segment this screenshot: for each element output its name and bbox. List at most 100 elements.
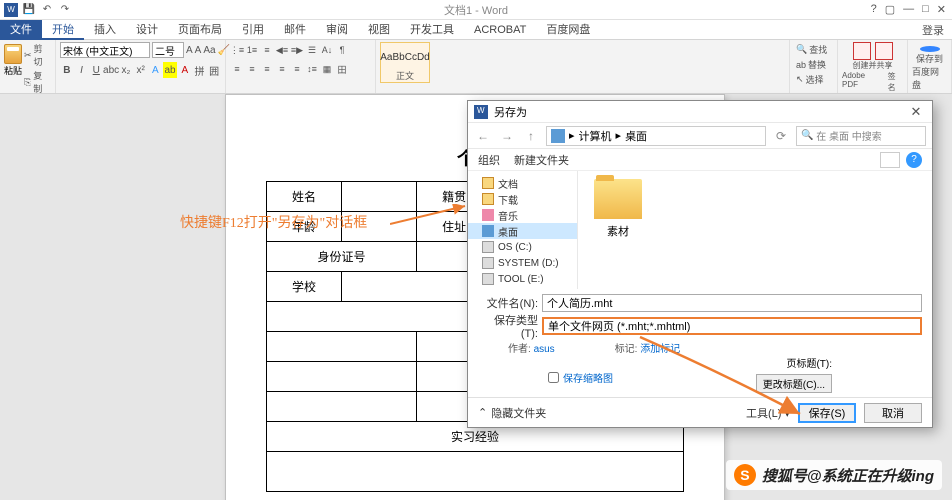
change-title-button[interactable]: 更改标题(C)... — [756, 374, 832, 393]
folder-item[interactable]: 素材 — [586, 179, 650, 239]
tree-drive-e[interactable]: TOOL (E:) — [468, 271, 577, 287]
tree-drive-d[interactable]: SYSTEM (D:) — [468, 255, 577, 271]
select-button[interactable]: ↖选择 — [794, 72, 833, 87]
tree-music[interactable]: 音乐 — [468, 207, 577, 223]
file-list[interactable]: 素材 — [578, 171, 932, 289]
tree-documents[interactable]: 文档 — [468, 175, 577, 191]
create-pdf-icon[interactable] — [853, 42, 871, 60]
ribbon-options-icon[interactable]: ▢ — [885, 3, 895, 16]
copy-button[interactable]: ⎘复制 — [24, 69, 51, 95]
group-styles: AaBbCcDd正文 AaBbCcDd无间隔 AaBl标题 1 AaBbC标题 … — [376, 40, 790, 93]
style-normal[interactable]: AaBbCcDd正文 — [380, 42, 430, 83]
borders-icon[interactable]: 田 — [335, 61, 349, 77]
sort-icon[interactable]: A↓ — [320, 42, 334, 58]
font-name-select[interactable] — [60, 42, 150, 58]
group-baidu: 保存到 百度网盘 — [908, 40, 952, 93]
up-icon[interactable]: ↑ — [522, 127, 540, 145]
tab-mailings[interactable]: 邮件 — [274, 20, 316, 40]
help-icon[interactable]: ? — [871, 3, 877, 16]
help-icon[interactable]: ? — [906, 152, 922, 168]
login-link[interactable]: 登录 — [922, 22, 952, 38]
quick-access-toolbar: W 💾 ↶ ↷ — [0, 3, 72, 17]
text-effect-icon[interactable]: A — [149, 62, 163, 78]
superscript-icon[interactable]: x² — [134, 62, 148, 78]
dialog-titlebar[interactable]: 另存为 ✕ — [468, 101, 932, 123]
tree-drive-c[interactable]: OS (C:) — [468, 239, 577, 255]
line-spacing-icon[interactable]: ↕≡ — [305, 61, 319, 77]
char-border-icon[interactable]: 囲 — [207, 62, 221, 78]
align-center-icon[interactable]: ≡ — [245, 61, 259, 77]
bold-icon[interactable]: B — [60, 62, 74, 78]
cut-button[interactable]: ✂剪切 — [24, 42, 51, 68]
close-icon[interactable]: ✕ — [937, 3, 946, 16]
view-options-icon[interactable] — [880, 152, 900, 168]
dec-indent-icon[interactable]: ◀≡ — [275, 42, 289, 58]
redo-icon[interactable]: ↷ — [58, 3, 72, 17]
filename-input[interactable] — [542, 294, 922, 312]
find-button[interactable]: 🔍查找 — [794, 42, 833, 57]
strike-icon[interactable]: abc — [104, 62, 118, 78]
new-folder-button[interactable]: 新建文件夹 — [514, 152, 569, 168]
organize-button[interactable]: 组织 — [478, 152, 500, 168]
search-input[interactable]: 🔍 在 桌面 中搜索 — [796, 126, 926, 146]
numbering-icon[interactable]: 1≡ — [245, 42, 259, 58]
paste-button[interactable]: 粘贴 — [4, 42, 22, 78]
inc-indent-icon[interactable]: ≡▶ — [290, 42, 304, 58]
tab-view[interactable]: 视图 — [358, 20, 400, 40]
shrink-font-icon[interactable]: A — [195, 42, 202, 58]
hide-folders-button[interactable]: ⌃隐藏文件夹 — [478, 405, 546, 421]
tags-link[interactable]: 添加标记 — [640, 344, 680, 355]
align-right-icon[interactable]: ≡ — [260, 61, 274, 77]
font-size-select[interactable] — [152, 42, 184, 58]
font-color-icon[interactable]: A — [178, 62, 192, 78]
tab-layout[interactable]: 页面布局 — [168, 20, 232, 40]
tab-file[interactable]: 文件 — [0, 20, 42, 40]
style-nospacing[interactable]: AaBbCcDd无间隔 — [380, 83, 430, 93]
tab-acrobat[interactable]: ACROBAT — [464, 20, 536, 40]
ribbon-tabs: 文件 开始 插入 设计 页面布局 引用 邮件 审阅 视图 开发工具 ACROBA… — [0, 20, 952, 40]
minimize-icon[interactable]: — — [903, 3, 914, 16]
change-case-icon[interactable]: Aa — [203, 42, 215, 58]
refresh-icon[interactable]: ⟳ — [772, 127, 790, 145]
phonetic-icon[interactable]: 拼 — [193, 62, 207, 78]
tree-downloads[interactable]: 下载 — [468, 191, 577, 207]
dialog-close-icon[interactable]: ✕ — [906, 104, 926, 120]
highlight-icon[interactable]: ab — [163, 62, 177, 78]
save-button[interactable]: 保存(S) — [798, 403, 856, 423]
request-sign-icon[interactable] — [875, 42, 893, 60]
save-icon[interactable]: 💾 — [22, 3, 36, 17]
show-marks-icon[interactable]: ¶ — [335, 42, 349, 58]
back-icon[interactable]: ← — [474, 127, 492, 145]
tree-desktop[interactable]: 桌面 — [468, 223, 577, 239]
replace-button[interactable]: ab替换 — [794, 57, 833, 72]
tab-review[interactable]: 审阅 — [316, 20, 358, 40]
bullets-icon[interactable]: ⋮≡ — [230, 42, 244, 58]
shading-icon[interactable]: ▦ — [320, 61, 334, 77]
tab-references[interactable]: 引用 — [232, 20, 274, 40]
author-link[interactable]: asus — [534, 344, 555, 355]
grow-font-icon[interactable]: A — [186, 42, 193, 58]
breadcrumb[interactable]: ▸计算机▸桌面 — [546, 126, 766, 146]
align-left-icon[interactable]: ≡ — [230, 61, 244, 77]
tab-dev[interactable]: 开发工具 — [400, 20, 464, 40]
group-clipboard: 粘贴 ✂剪切 ⎘复制 🖌格式刷 — [0, 40, 56, 93]
justify-icon[interactable]: ≡ — [275, 61, 289, 77]
filetype-select[interactable] — [542, 317, 922, 335]
subscript-icon[interactable]: x₂ — [119, 62, 133, 78]
asian-layout-icon[interactable]: ☰ — [305, 42, 319, 58]
cancel-button[interactable]: 取消 — [864, 403, 922, 423]
underline-icon[interactable]: U — [89, 62, 103, 78]
multilevel-icon[interactable]: ≡ — [260, 42, 274, 58]
maximize-icon[interactable]: □ — [922, 3, 929, 16]
save-thumbnail-checkbox[interactable] — [548, 372, 559, 383]
tab-baidu[interactable]: 百度网盘 — [536, 20, 600, 40]
forward-icon[interactable]: → — [498, 127, 516, 145]
tab-insert[interactable]: 插入 — [84, 20, 126, 40]
dialog-footer: ⌃隐藏文件夹 工具(L) ▾ 保存(S) 取消 — [468, 397, 932, 427]
tab-home[interactable]: 开始 — [42, 20, 84, 40]
distribute-icon[interactable]: ≡ — [290, 61, 304, 77]
tab-design[interactable]: 设计 — [126, 20, 168, 40]
undo-icon[interactable]: ↶ — [40, 3, 54, 17]
italic-icon[interactable]: I — [75, 62, 89, 78]
tools-dropdown[interactable]: 工具(L) ▾ — [746, 405, 790, 421]
